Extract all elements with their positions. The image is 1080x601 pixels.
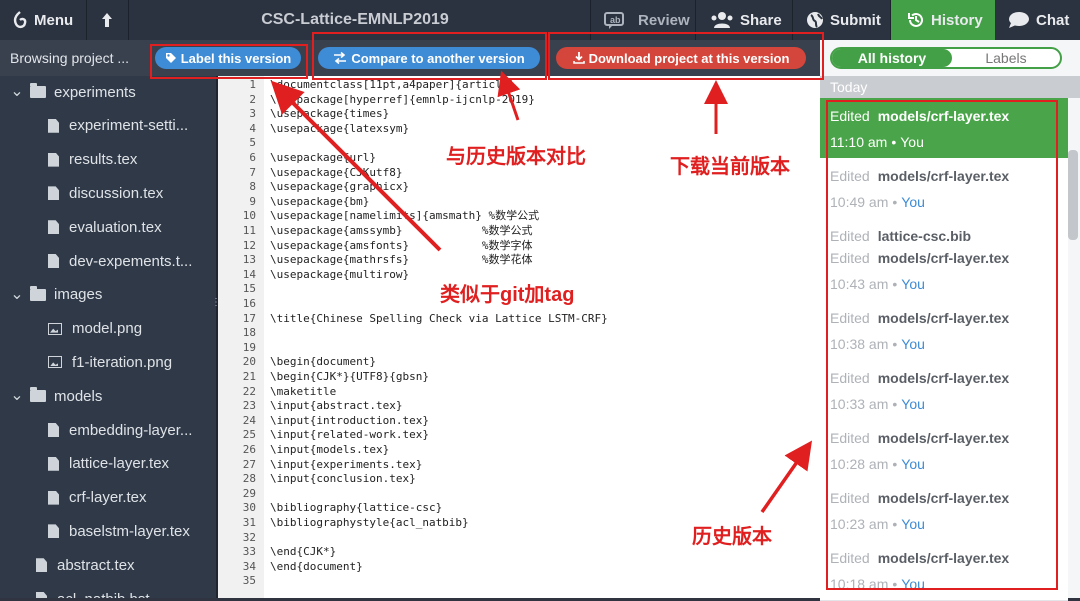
annotation-tag-note: 类似于git加tag [440,284,575,306]
annotation-history-note: 历史版本 [692,526,772,548]
arrow-to-label-button [270,80,442,252]
annotation-compare-note: 与历史版本对比 [446,146,586,168]
annotation-download-note: 下载当前版本 [670,156,790,178]
arrow-to-history-list [760,440,813,514]
arrow-to-compare-button [497,70,521,121]
